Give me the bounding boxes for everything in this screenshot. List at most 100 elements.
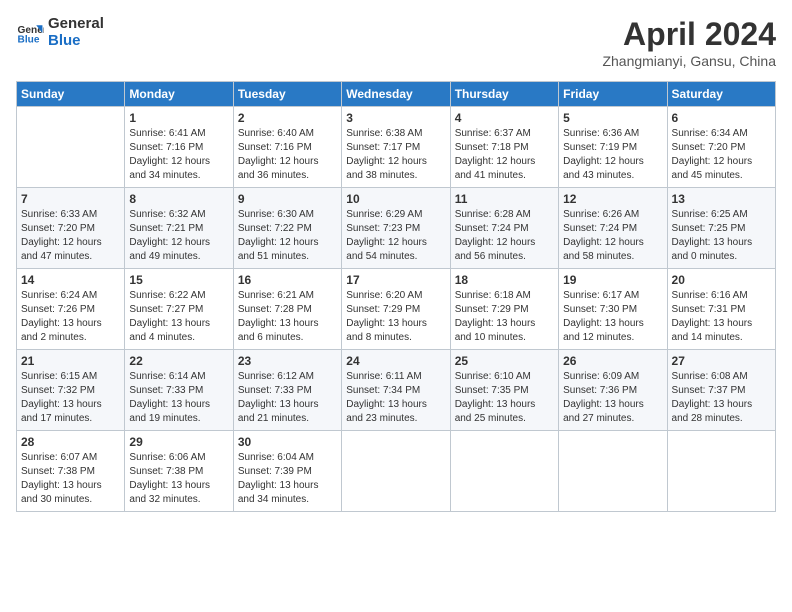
day-info: Sunrise: 6:26 AM Sunset: 7:24 PM Dayligh…: [563, 208, 662, 264]
calendar-cell: 27 Sunrise: 6:08 AM Sunset: 7:37 PM Dayli…: [667, 350, 775, 431]
page-header: General Blue General Blue April 2024 Zha…: [16, 16, 776, 69]
day-info: Sunrise: 6:37 AM Sunset: 7:18 PM Dayligh…: [455, 127, 554, 183]
day-number: 8: [129, 192, 228, 206]
day-info: Sunrise: 6:14 AM Sunset: 7:33 PM Dayligh…: [129, 370, 228, 426]
month-year-title: April 2024: [602, 16, 776, 53]
calendar-cell: 23 Sunrise: 6:12 AM Sunset: 7:33 PM Dayli…: [233, 350, 341, 431]
calendar-cell: 30Sunrise: 6:04 AM Sunset: 7:39 PM Dayli…: [233, 431, 341, 512]
day-number: 27: [672, 354, 771, 368]
day-number: 9: [238, 192, 337, 206]
day-number: 15: [129, 273, 228, 287]
day-info: Sunrise: 6:21 AM Sunset: 7:28 PM Dayligh…: [238, 289, 337, 345]
day-number: 18: [455, 273, 554, 287]
day-info: Sunrise: 6:20 AM Sunset: 7:29 PM Dayligh…: [346, 289, 445, 345]
calendar-cell: [559, 431, 667, 512]
day-number: 21: [21, 354, 120, 368]
day-number: 19: [563, 273, 662, 287]
calendar-week-row: 28Sunrise: 6:07 AM Sunset: 7:38 PM Dayli…: [17, 431, 776, 512]
calendar-cell: 18 Sunrise: 6:18 AM Sunset: 7:29 PM Dayli…: [450, 269, 558, 350]
day-info: Sunrise: 6:15 AM Sunset: 7:32 PM Dayligh…: [21, 370, 120, 426]
calendar-cell: 20 Sunrise: 6:16 AM Sunset: 7:31 PM Dayli…: [667, 269, 775, 350]
calendar-cell: 15 Sunrise: 6:22 AM Sunset: 7:27 PM Dayli…: [125, 269, 233, 350]
day-info: Sunrise: 6:10 AM Sunset: 7:35 PM Dayligh…: [455, 370, 554, 426]
svg-text:Blue: Blue: [18, 34, 40, 45]
day-info: Sunrise: 6:38 AM Sunset: 7:17 PM Dayligh…: [346, 127, 445, 183]
logo-icon: General Blue: [16, 19, 44, 47]
title-block: April 2024 Zhangmianyi, Gansu, China: [602, 16, 776, 69]
calendar-cell: 19 Sunrise: 6:17 AM Sunset: 7:30 PM Dayli…: [559, 269, 667, 350]
calendar-cell: 10 Sunrise: 6:29 AM Sunset: 7:23 PM Dayli…: [342, 188, 450, 269]
calendar-cell: 3 Sunrise: 6:38 AM Sunset: 7:17 PM Daylig…: [342, 107, 450, 188]
day-header-sunday: Sunday: [17, 82, 125, 107]
calendar-cell: 4 Sunrise: 6:37 AM Sunset: 7:18 PM Daylig…: [450, 107, 558, 188]
day-number: 12: [563, 192, 662, 206]
day-number: 2: [238, 111, 337, 125]
day-header-friday: Friday: [559, 82, 667, 107]
calendar-cell: [17, 107, 125, 188]
calendar-cell: 8 Sunrise: 6:32 AM Sunset: 7:21 PM Daylig…: [125, 188, 233, 269]
calendar-cell: 21 Sunrise: 6:15 AM Sunset: 7:32 PM Dayli…: [17, 350, 125, 431]
calendar-cell: 2 Sunrise: 6:40 AM Sunset: 7:16 PM Daylig…: [233, 107, 341, 188]
calendar-cell: 26 Sunrise: 6:09 AM Sunset: 7:36 PM Dayli…: [559, 350, 667, 431]
day-header-wednesday: Wednesday: [342, 82, 450, 107]
day-number: 7: [21, 192, 120, 206]
day-header-thursday: Thursday: [450, 82, 558, 107]
calendar-cell: [450, 431, 558, 512]
day-info: Sunrise: 6:24 AM Sunset: 7:26 PM Dayligh…: [21, 289, 120, 345]
calendar-cell: 28Sunrise: 6:07 AM Sunset: 7:38 PM Dayli…: [17, 431, 125, 512]
day-number: 26: [563, 354, 662, 368]
logo-blue: Blue: [48, 33, 104, 50]
day-info: Sunrise: 6:29 AM Sunset: 7:23 PM Dayligh…: [346, 208, 445, 264]
logo-general: General: [48, 16, 104, 33]
day-number: 23: [238, 354, 337, 368]
calendar-cell: 11 Sunrise: 6:28 AM Sunset: 7:24 PM Dayli…: [450, 188, 558, 269]
day-info: Sunrise: 6:09 AM Sunset: 7:36 PM Dayligh…: [563, 370, 662, 426]
day-number: 14: [21, 273, 120, 287]
day-info: Sunrise: 6:06 AM Sunset: 7:38 PM Dayligh…: [129, 451, 228, 507]
day-number: 4: [455, 111, 554, 125]
day-number: 17: [346, 273, 445, 287]
day-header-monday: Monday: [125, 82, 233, 107]
day-info: Sunrise: 6:08 AM Sunset: 7:37 PM Dayligh…: [672, 370, 771, 426]
day-number: 10: [346, 192, 445, 206]
day-number: 29: [129, 435, 228, 449]
day-info: Sunrise: 6:18 AM Sunset: 7:29 PM Dayligh…: [455, 289, 554, 345]
calendar-cell: 13Sunrise: 6:25 AM Sunset: 7:25 PM Dayli…: [667, 188, 775, 269]
day-info: Sunrise: 6:11 AM Sunset: 7:34 PM Dayligh…: [346, 370, 445, 426]
day-number: 13: [672, 192, 771, 206]
calendar-cell: 17 Sunrise: 6:20 AM Sunset: 7:29 PM Dayli…: [342, 269, 450, 350]
calendar-week-row: 14 Sunrise: 6:24 AM Sunset: 7:26 PM Dayli…: [17, 269, 776, 350]
day-number: 20: [672, 273, 771, 287]
day-info: Sunrise: 6:17 AM Sunset: 7:30 PM Dayligh…: [563, 289, 662, 345]
day-info: Sunrise: 6:22 AM Sunset: 7:27 PM Dayligh…: [129, 289, 228, 345]
day-number: 1: [129, 111, 228, 125]
calendar-cell: 1 Sunrise: 6:41 AM Sunset: 7:16 PM Daylig…: [125, 107, 233, 188]
day-info: Sunrise: 6:12 AM Sunset: 7:33 PM Dayligh…: [238, 370, 337, 426]
day-info: Sunrise: 6:07 AM Sunset: 7:38 PM Dayligh…: [21, 451, 120, 507]
day-info: Sunrise: 6:16 AM Sunset: 7:31 PM Dayligh…: [672, 289, 771, 345]
day-number: 11: [455, 192, 554, 206]
calendar-week-row: 1 Sunrise: 6:41 AM Sunset: 7:16 PM Daylig…: [17, 107, 776, 188]
day-number: 6: [672, 111, 771, 125]
day-number: 16: [238, 273, 337, 287]
calendar-cell: 25Sunrise: 6:10 AM Sunset: 7:35 PM Dayli…: [450, 350, 558, 431]
day-number: 24: [346, 354, 445, 368]
day-info: Sunrise: 6:33 AM Sunset: 7:20 PM Dayligh…: [21, 208, 120, 264]
logo: General Blue General Blue: [16, 16, 104, 49]
day-info: Sunrise: 6:30 AM Sunset: 7:22 PM Dayligh…: [238, 208, 337, 264]
day-info: Sunrise: 6:41 AM Sunset: 7:16 PM Dayligh…: [129, 127, 228, 183]
calendar-week-row: 7 Sunrise: 6:33 AM Sunset: 7:20 PM Daylig…: [17, 188, 776, 269]
day-info: Sunrise: 6:32 AM Sunset: 7:21 PM Dayligh…: [129, 208, 228, 264]
calendar-cell: 7 Sunrise: 6:33 AM Sunset: 7:20 PM Daylig…: [17, 188, 125, 269]
calendar-table: SundayMondayTuesdayWednesdayThursdayFrid…: [16, 81, 776, 512]
calendar-cell: 6Sunrise: 6:34 AM Sunset: 7:20 PM Daylig…: [667, 107, 775, 188]
day-info: Sunrise: 6:28 AM Sunset: 7:24 PM Dayligh…: [455, 208, 554, 264]
calendar-cell: 16 Sunrise: 6:21 AM Sunset: 7:28 PM Dayli…: [233, 269, 341, 350]
day-number: 5: [563, 111, 662, 125]
day-info: Sunrise: 6:36 AM Sunset: 7:19 PM Dayligh…: [563, 127, 662, 183]
day-header-saturday: Saturday: [667, 82, 775, 107]
day-info: Sunrise: 6:40 AM Sunset: 7:16 PM Dayligh…: [238, 127, 337, 183]
calendar-header-row: SundayMondayTuesdayWednesdayThursdayFrid…: [17, 82, 776, 107]
day-number: 3: [346, 111, 445, 125]
calendar-cell: 22Sunrise: 6:14 AM Sunset: 7:33 PM Dayli…: [125, 350, 233, 431]
